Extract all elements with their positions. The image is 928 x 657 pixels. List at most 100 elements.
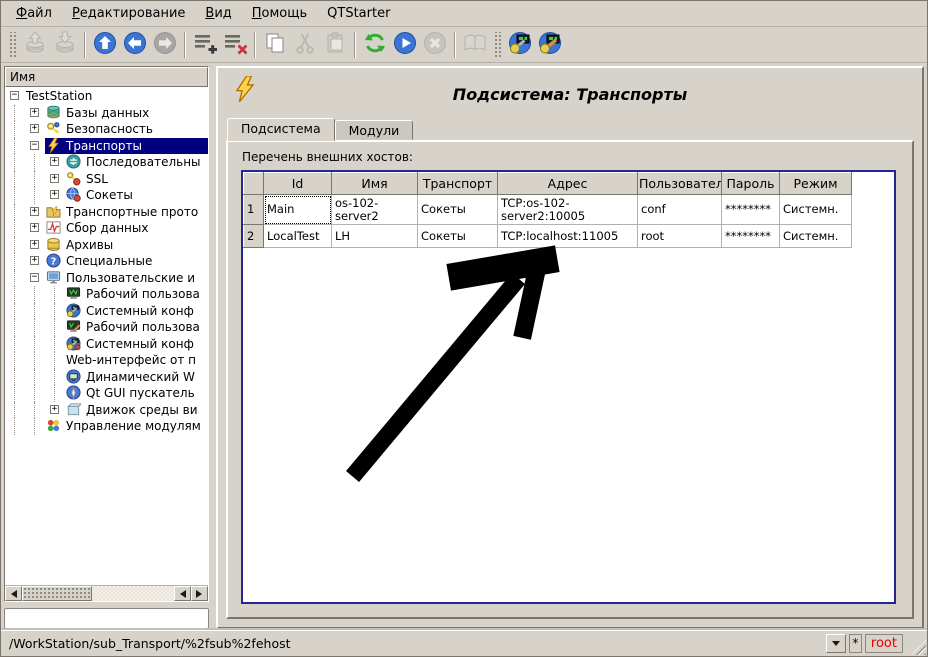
- column-header-адрес[interactable]: Адрес: [498, 173, 638, 195]
- menu-вид[interactable]: Вид: [196, 3, 240, 24]
- scrollbar-thumb[interactable]: [22, 586, 92, 601]
- expand-icon[interactable]: +: [30, 108, 39, 117]
- tree-item-area[interactable]: Web-интерфейс от п: [65, 352, 208, 369]
- row-number[interactable]: 2: [244, 225, 264, 248]
- tree-item-area[interactable]: TestStation: [25, 88, 208, 105]
- tree-item-selected-area[interactable]: Транспорты: [45, 138, 208, 155]
- tree-item-area[interactable]: Qt GUI пускатель: [65, 385, 208, 402]
- tree-item-area[interactable]: Базы данных: [45, 105, 208, 122]
- tab-подсистема[interactable]: Подсистема: [227, 118, 335, 141]
- tree-item[interactable]: + Последовательны: [5, 154, 208, 171]
- tree-horizontal-scrollbar[interactable]: [5, 585, 208, 601]
- start-periodic-update-button[interactable]: [390, 30, 420, 60]
- status-dropdown-button[interactable]: [826, 634, 846, 653]
- tree-item[interactable]: + Движок среды ви: [5, 402, 208, 419]
- tree-item-area[interactable]: Рабочий пользова: [65, 286, 208, 303]
- tree-item-area[interactable]: ?Специальные: [45, 253, 208, 270]
- tree-item[interactable]: Управление модулям: [5, 418, 208, 435]
- host-cell[interactable]: Системн.: [780, 225, 852, 248]
- tree-item[interactable]: + Транспортные прото: [5, 204, 208, 221]
- status-star-button[interactable]: *: [849, 634, 862, 653]
- tree-item[interactable]: + Базы данных: [5, 105, 208, 122]
- host-cell[interactable]: LH: [332, 225, 418, 248]
- tree-item[interactable]: −Транспорты: [5, 138, 208, 155]
- tree-item[interactable]: + Безопасность: [5, 121, 208, 138]
- expand-icon[interactable]: +: [30, 207, 39, 216]
- tree-item-area[interactable]: Динамический W: [65, 369, 208, 386]
- toolbar-drag-handle[interactable]: [8, 32, 17, 58]
- collapse-icon[interactable]: −: [30, 141, 39, 150]
- column-header-транспорт[interactable]: Транспорт: [418, 173, 498, 195]
- tree-item[interactable]: Qt GUI пускатель: [5, 385, 208, 402]
- expand-icon[interactable]: +: [50, 405, 59, 414]
- tree-item[interactable]: −TestStation: [5, 88, 208, 105]
- tree-item-area[interactable]: SSL: [65, 171, 208, 188]
- copy-item-button[interactable]: [260, 30, 290, 60]
- go-up-button[interactable]: [90, 30, 120, 60]
- tree-item-area[interactable]: Сбор данных: [45, 220, 208, 237]
- expand-icon[interactable]: +: [30, 124, 39, 133]
- host-cell[interactable]: Main: [264, 195, 332, 225]
- scroll-left-button[interactable]: [5, 586, 22, 601]
- tree-item-area[interactable]: Системный конф: [65, 336, 208, 353]
- host-cell[interactable]: Системн.: [780, 195, 852, 225]
- tree-item-area[interactable]: Архивы: [45, 237, 208, 254]
- scrollbar-track[interactable]: [92, 586, 174, 601]
- tree-item[interactable]: + Сокеты: [5, 187, 208, 204]
- column-header-имя[interactable]: Имя: [332, 173, 418, 195]
- tree-header-name-column[interactable]: Имя: [5, 67, 208, 87]
- host-cell[interactable]: conf: [638, 195, 722, 225]
- tree-item[interactable]: + Архивы: [5, 237, 208, 254]
- add-item-button[interactable]: [190, 30, 220, 60]
- tree-item-area[interactable]: Безопасность: [45, 121, 208, 138]
- host-cell[interactable]: ********: [722, 225, 780, 248]
- resize-grip[interactable]: [911, 640, 926, 655]
- tree-bottom-field[interactable]: [4, 608, 209, 629]
- tree-item[interactable]: Динамический W: [5, 369, 208, 386]
- refresh-button[interactable]: [360, 30, 390, 60]
- scroll-right-button[interactable]: [191, 586, 208, 601]
- tree-item-area[interactable]: Транспортные прото: [45, 204, 208, 221]
- tree-item[interactable]: −Пользовательские и: [5, 270, 208, 287]
- column-header-пароль[interactable]: Пароль: [722, 173, 780, 195]
- expand-icon[interactable]: +: [50, 157, 59, 166]
- expand-icon[interactable]: +: [50, 174, 59, 183]
- panel-splitter[interactable]: [209, 66, 216, 629]
- current-user-badge[interactable]: root: [865, 634, 903, 653]
- expand-icon[interactable]: +: [50, 190, 59, 199]
- expand-icon[interactable]: +: [30, 240, 39, 249]
- tree-item[interactable]: Системный конф: [5, 336, 208, 353]
- tree-item[interactable]: Системный конф: [5, 303, 208, 320]
- column-header-пользователь[interactable]: Пользователь: [638, 173, 722, 195]
- collapse-icon[interactable]: −: [10, 91, 19, 100]
- host-cell[interactable]: TCP:localhost:11005: [498, 225, 638, 248]
- tree-item-area[interactable]: Сокеты: [65, 187, 208, 204]
- host-cell[interactable]: TCP:os-102-server2:10005: [498, 195, 638, 225]
- host-cell[interactable]: Сокеты: [418, 195, 498, 225]
- go-back-button[interactable]: [120, 30, 150, 60]
- qtcfg-tool-button[interactable]: [505, 30, 535, 60]
- tree-item-area[interactable]: Системный конф: [65, 303, 208, 320]
- toolbar-drag-handle[interactable]: [493, 32, 502, 58]
- delete-item-button[interactable]: [220, 30, 250, 60]
- host-cell[interactable]: LocalTest: [264, 225, 332, 248]
- menu-редактирование[interactable]: Редактирование: [63, 3, 194, 24]
- menu-помощь[interactable]: Помощь: [243, 3, 316, 24]
- tree-item-area[interactable]: Рабочий пользова: [65, 319, 208, 336]
- tree-item-area[interactable]: Управление модулям: [45, 418, 208, 435]
- column-header-id[interactable]: Id: [264, 173, 332, 195]
- qtcfg-edit-tool-button[interactable]: [535, 30, 565, 60]
- tab-модули[interactable]: Модули: [335, 120, 414, 140]
- host-cell[interactable]: Сокеты: [418, 225, 498, 248]
- tree-item-area[interactable]: Последовательны: [65, 154, 208, 171]
- tree-item[interactable]: + ?Специальные: [5, 253, 208, 270]
- expand-icon[interactable]: +: [30, 223, 39, 232]
- tree-item[interactable]: Рабочий пользова: [5, 319, 208, 336]
- tree-item[interactable]: Web-интерфейс от п: [5, 352, 208, 369]
- expand-icon[interactable]: +: [30, 256, 39, 265]
- menu-qtstarter[interactable]: QTStarter: [318, 3, 399, 24]
- row-number[interactable]: 1: [244, 195, 264, 225]
- menu-файл[interactable]: Файл: [7, 3, 61, 24]
- tree-item[interactable]: + SSL: [5, 171, 208, 188]
- tree-item-area[interactable]: Движок среды ви: [65, 402, 208, 419]
